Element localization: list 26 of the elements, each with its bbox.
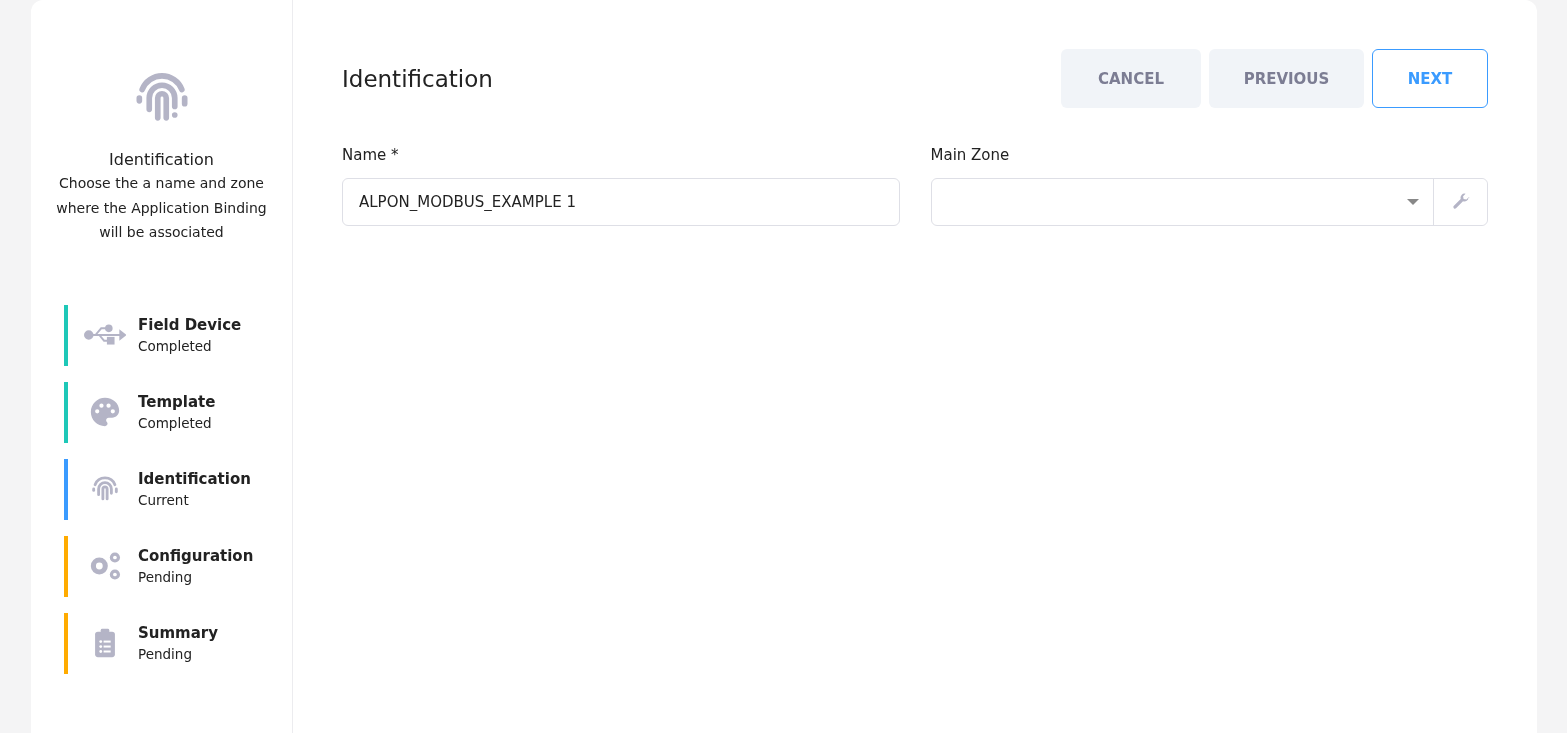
step-status: Pending [138,646,193,662]
caret-icon [1407,199,1419,205]
step-item[interactable]: Summary Pending [64,612,292,674]
step-item[interactable]: Field Device Completed [64,304,292,366]
field-label: Main Zone [930,146,1011,164]
name-input-field[interactable]: ALPON_MODBUS_EXAMPLE 1 [342,178,900,226]
secondary-button[interactable]: PREVIOUS [1209,49,1364,108]
page-title: Identification [342,65,493,92]
step-label: Field Device [138,316,242,334]
step-status: Current [138,492,190,508]
wrench-button[interactable] [1433,179,1487,225]
step-label: Configuration [138,547,254,565]
step-status: Pending [138,569,193,585]
step-item[interactable]: Identification Current [64,458,292,520]
secondary-button[interactable]: CANCEL [1061,49,1201,108]
step-item[interactable]: Configuration Pending [64,535,292,597]
step-label: Template [138,393,216,411]
step-description: Choose the a name and zone where the Application Binding will be associated [55,174,268,242]
step-label: Identification [138,470,251,488]
step-status: Completed [138,338,213,354]
wrench-icon [1450,192,1471,212]
step-item[interactable]: Template Completed [64,381,292,443]
step-status: Completed [138,415,213,431]
step-title: Identification [109,150,214,169]
step-label: Summary [138,624,219,642]
field-label: Name * [342,146,400,164]
